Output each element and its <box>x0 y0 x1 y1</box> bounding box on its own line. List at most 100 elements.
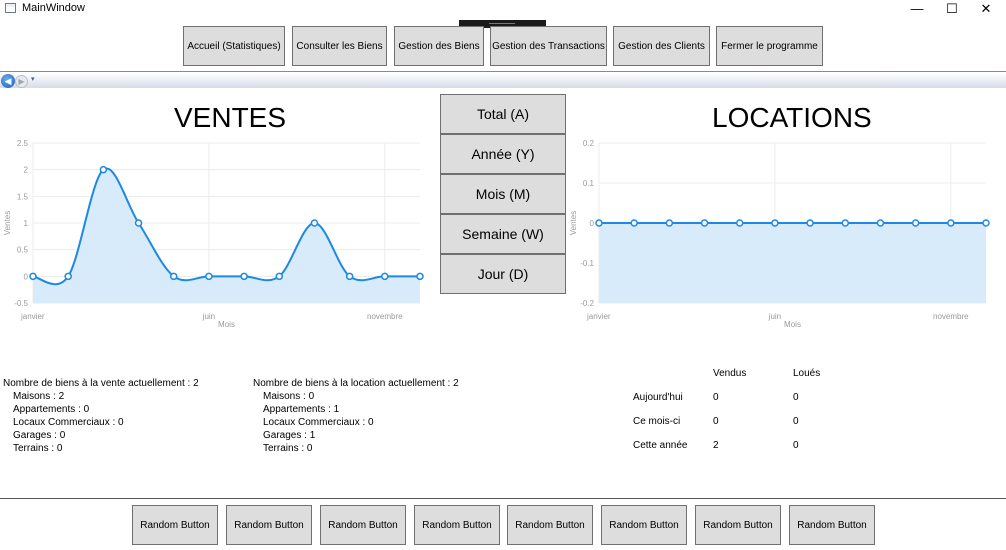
y-tick-label: 0.1 <box>583 179 595 188</box>
x-tick-label: janvier <box>586 312 611 321</box>
separator <box>0 71 1006 72</box>
y-tick-label: 2 <box>24 166 29 175</box>
row-label-ce-mois: Ce mois-ci <box>633 416 681 427</box>
close-icon[interactable]: ✕ <box>966 0 1006 17</box>
period-total-button[interactable]: Total (A) <box>440 94 566 134</box>
data-point <box>911 219 920 227</box>
data-point <box>99 165 108 174</box>
y-tick-label: 2.5 <box>17 139 29 148</box>
nav-button-accueil[interactable]: Accueil (Statistiques) <box>183 26 285 66</box>
y-tick-label: 0 <box>590 219 595 228</box>
stats-rent: Nombre de biens à la location actuelleme… <box>253 377 459 455</box>
data-point <box>630 219 638 227</box>
data-point <box>205 272 213 281</box>
stats-rent-item: Appartements : 1 <box>263 404 340 415</box>
stats-rent-item: Garages : 1 <box>263 430 316 441</box>
data-point <box>595 219 603 227</box>
nav-button-gestion-clients[interactable]: Gestion des Clients <box>613 26 710 66</box>
stats-sale-item: Appartements : 0 <box>13 404 90 415</box>
data-point <box>416 272 424 281</box>
data-point <box>345 272 354 281</box>
data-point <box>700 219 709 227</box>
cell-loues: 0 <box>793 392 799 403</box>
data-point <box>275 272 284 281</box>
data-point <box>240 272 248 281</box>
data-point <box>310 219 319 227</box>
stats-rent-heading: Nombre de biens à la location actuelleme… <box>253 378 459 389</box>
series-area <box>33 168 420 303</box>
col-header-loues: Loués <box>793 368 821 379</box>
stats-sale-item: Terrains : 0 <box>13 443 63 454</box>
stats-sale-item: Garages : 0 <box>13 430 66 441</box>
cell-vendus: 0 <box>713 416 719 427</box>
data-point <box>735 219 744 227</box>
nav-button-gestion-biens[interactable]: Gestion des Biens <box>394 26 484 66</box>
y-tick-label: -0.1 <box>580 259 594 268</box>
y-tick-label: 0 <box>24 272 29 281</box>
cell-loues: 0 <box>793 440 799 451</box>
period-semaine-button[interactable]: Semaine (W) <box>440 214 566 254</box>
period-annee-button[interactable]: Année (Y) <box>440 134 566 174</box>
x-tick-label: juin <box>202 312 215 321</box>
random-button[interactable]: Random Button <box>695 505 781 545</box>
x-axis-label: Mois <box>218 320 235 329</box>
data-point <box>29 272 37 281</box>
data-point <box>64 272 72 281</box>
random-button[interactable]: Random Button <box>132 505 218 545</box>
cell-vendus: 2 <box>713 440 719 451</box>
stats-sale-heading: Nombre de biens à la vente actuellement … <box>3 378 199 389</box>
period-mois-button[interactable]: Mois (M) <box>440 174 566 214</box>
random-button[interactable]: Random Button <box>414 505 500 545</box>
random-button[interactable]: Random Button <box>226 505 312 545</box>
y-tick-label: 0.2 <box>583 139 595 148</box>
y-tick-label: 1 <box>24 219 29 228</box>
y-tick-label: -0.5 <box>14 299 28 308</box>
stats-sale-item: Maisons : 2 <box>13 391 65 402</box>
ventes-chart: 2.5 2 1.5 1 0.5 0 -0.5 janvier juin novembre Mois V… <box>3 139 424 329</box>
data-point <box>771 219 779 227</box>
data-point <box>947 219 955 227</box>
stats-sale-item: Locaux Commerciaux : 0 <box>13 417 124 428</box>
nav-button-fermer[interactable]: Fermer le programme <box>716 26 823 66</box>
data-point <box>665 219 674 227</box>
period-jour-button[interactable]: Jour (D) <box>440 254 566 294</box>
title-bar: MainWindow — ☐ ✕ <box>0 0 1006 17</box>
minimize-icon[interactable]: — <box>897 0 937 17</box>
data-point <box>381 272 389 281</box>
random-button[interactable]: Random Button <box>601 505 687 545</box>
nav-button-consulter-biens[interactable]: Consulter les Biens <box>292 26 387 66</box>
random-button[interactable]: Random Button <box>507 505 593 545</box>
data-point <box>806 219 814 227</box>
random-button[interactable]: Random Button <box>320 505 406 545</box>
col-header-vendus: Vendus <box>713 368 747 379</box>
window-title: MainWindow <box>22 2 85 14</box>
nav-button-gestion-transactions[interactable]: Gestion des Transactions <box>490 26 607 66</box>
data-point <box>169 272 178 281</box>
data-point <box>982 219 990 227</box>
y-tick-label: -0.2 <box>580 299 594 308</box>
row-label-cette-annee: Cette année <box>633 440 688 451</box>
x-tick-label: novembre <box>367 312 403 321</box>
y-axis-label: Ventes <box>3 211 12 235</box>
x-axis-label: Mois <box>784 320 801 329</box>
history-dropdown-icon[interactable]: ▾ <box>31 75 35 83</box>
row-label-aujourdhui: Aujourd'hui <box>633 392 683 403</box>
locations-chart: 0.2 0.1 0 -0.1 -0.2 janvier juin novembre Mois Ve… <box>569 139 990 329</box>
stats-rent-item: Maisons : 0 <box>263 391 315 402</box>
back-arrow-icon[interactable]: ◀ <box>1 74 15 88</box>
random-button[interactable]: Random Button <box>789 505 875 545</box>
forward-arrow-icon[interactable]: ▶ <box>15 75 28 88</box>
data-point <box>876 219 885 227</box>
y-tick-label: 0.5 <box>17 246 29 255</box>
cell-vendus: 0 <box>713 392 719 403</box>
x-tick-label: juin <box>768 312 781 321</box>
stats-sale: Nombre de biens à la vente actuellement … <box>3 377 199 455</box>
series-area <box>599 223 986 303</box>
stats-rent-item: Terrains : 0 <box>263 443 313 454</box>
stats-rent-item: Locaux Commerciaux : 0 <box>263 417 374 428</box>
y-tick-label: 1.5 <box>17 192 29 201</box>
x-tick-label: novembre <box>933 312 969 321</box>
separator <box>0 498 1006 499</box>
cell-loues: 0 <box>793 416 799 427</box>
data-point <box>841 219 850 227</box>
